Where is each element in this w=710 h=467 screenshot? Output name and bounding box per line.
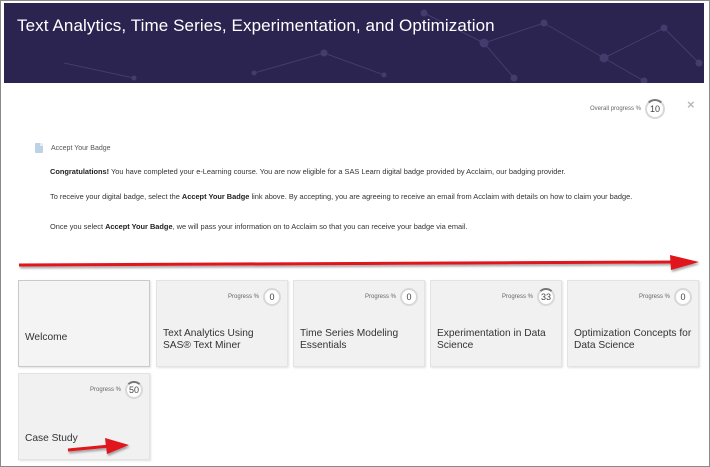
- select-text-a: Once you select: [50, 222, 106, 231]
- progress-label: Progress %: [501, 294, 533, 300]
- module-progress: Progress % 0: [365, 288, 418, 306]
- progress-ring: 0: [674, 288, 692, 306]
- progress-ring: 33: [537, 288, 555, 306]
- select-text-b: , we will pass your information on to Ac…: [172, 222, 468, 231]
- accept-badge-link[interactable]: Accept Your Badge: [35, 143, 111, 153]
- annotation-arrow-long: [18, 255, 699, 270]
- select-badge-message: Once you select Accept Your Badge, we wi…: [50, 220, 660, 233]
- module-progress: Progress % 50: [90, 381, 143, 399]
- course-title: Text Analytics, Time Series, Experimenta…: [17, 16, 495, 35]
- congrats-strong: Congratulations!: [50, 167, 110, 176]
- receive-strong: Accept Your Badge: [181, 192, 250, 201]
- congrats-text: You have completed your e-Learning cours…: [109, 167, 566, 176]
- progress-ring: 0: [263, 288, 281, 306]
- progress-label: Progress %: [227, 294, 259, 300]
- network-pattern: [63, 9, 703, 83]
- module-title: Text Analytics Using SAS® Text Miner: [163, 328, 254, 351]
- course-page: Text Analytics, Time Series, Experimenta…: [0, 0, 710, 467]
- module-card-experimentation[interactable]: Progress % 33 Experimentation in Data Sc…: [430, 280, 562, 367]
- progress-label: Progress %: [364, 294, 396, 300]
- progress-ring: 50: [125, 381, 143, 399]
- overall-progress: Overall progress % 10: [590, 98, 666, 120]
- module-title: Optimization Concepts for Data Science: [574, 328, 692, 351]
- progress-label: Progress %: [89, 387, 121, 393]
- module-progress: Progress % 0: [639, 288, 692, 306]
- progress-label: Progress %: [638, 294, 670, 300]
- module-card-welcome[interactable]: Welcome: [18, 280, 150, 367]
- select-strong: Accept Your Badge: [105, 222, 173, 231]
- accept-badge-link-text[interactable]: Accept Your Badge: [51, 145, 111, 152]
- module-title: Time Series Modeling Essentials: [300, 328, 399, 351]
- course-banner: Text Analytics, Time Series, Experimenta…: [4, 3, 704, 83]
- module-title: Welcome: [25, 332, 68, 343]
- module-progress: Progress % 0: [228, 288, 281, 306]
- module-card-time-series[interactable]: Progress % 0 Time Series Modeling Essent…: [293, 280, 425, 367]
- overall-progress-ring: 10: [645, 99, 666, 119]
- module-card-text-analytics[interactable]: Progress % 0 Text Analytics Using SAS® T…: [156, 280, 288, 367]
- receive-text-a: To receive your digital badge, select th…: [50, 192, 182, 201]
- document-icon: [35, 143, 43, 153]
- overall-progress-label: Overall progress %: [590, 106, 642, 112]
- receive-text-b: link above. By accepting, you are agreei…: [249, 192, 633, 201]
- congrats-message: Congratulations! You have completed your…: [50, 165, 660, 178]
- close-icon[interactable]: ×: [687, 97, 695, 112]
- progress-ring: 0: [400, 288, 418, 306]
- module-title: Experimentation in Data Science: [437, 328, 546, 351]
- annotation-arrow-short: [67, 438, 129, 454]
- module-progress: Progress % 33: [502, 288, 555, 306]
- module-card-optimization[interactable]: Progress % 0 Optimization Concepts for D…: [567, 280, 699, 367]
- receive-badge-message: To receive your digital badge, select th…: [50, 190, 660, 203]
